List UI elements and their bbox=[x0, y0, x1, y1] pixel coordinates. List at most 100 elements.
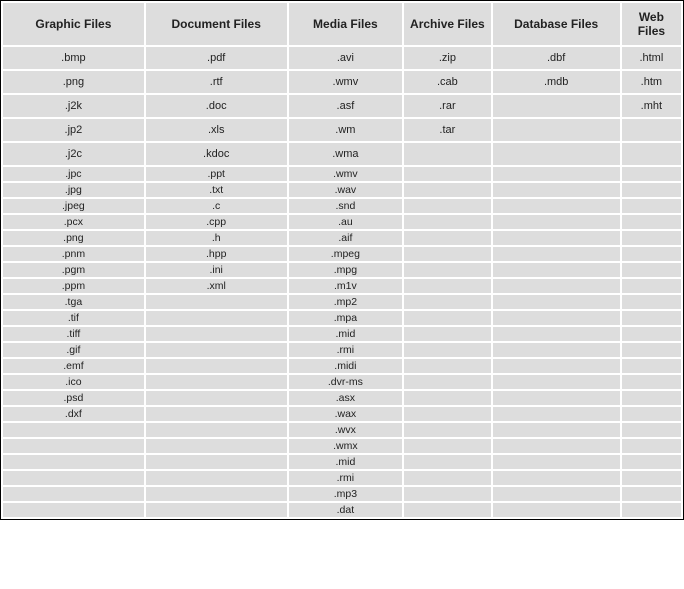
cell-graphic bbox=[2, 454, 145, 470]
cell-graphic bbox=[2, 422, 145, 438]
cell-database bbox=[492, 310, 621, 326]
cell-media: .wax bbox=[288, 406, 404, 422]
cell-web bbox=[621, 470, 682, 486]
cell-web bbox=[621, 262, 682, 278]
cell-media: .asf bbox=[288, 94, 404, 118]
cell-database bbox=[492, 294, 621, 310]
cell-web bbox=[621, 278, 682, 294]
cell-database bbox=[492, 438, 621, 454]
cell-media: .mid bbox=[288, 454, 404, 470]
cell-media: .mpeg bbox=[288, 246, 404, 262]
table-row: .emf.midi bbox=[2, 358, 682, 374]
table-header-row: Graphic Files Document Files Media Files… bbox=[2, 2, 682, 46]
cell-database bbox=[492, 214, 621, 230]
cell-database bbox=[492, 142, 621, 166]
cell-database bbox=[492, 470, 621, 486]
table-row: .pcx.cpp.au bbox=[2, 214, 682, 230]
cell-document: .hpp bbox=[145, 246, 288, 262]
table-row: .dxf.wax bbox=[2, 406, 682, 422]
cell-graphic: .pgm bbox=[2, 262, 145, 278]
table-row: .tga .mp2 bbox=[2, 294, 682, 310]
cell-graphic: .png bbox=[2, 230, 145, 246]
cell-graphic: .pcx bbox=[2, 214, 145, 230]
cell-archive: .rar bbox=[403, 94, 491, 118]
cell-graphic bbox=[2, 470, 145, 486]
cell-archive bbox=[403, 374, 491, 390]
cell-archive bbox=[403, 310, 491, 326]
table-row: .mid bbox=[2, 454, 682, 470]
cell-web bbox=[621, 390, 682, 406]
cell-archive bbox=[403, 246, 491, 262]
cell-web: .mht bbox=[621, 94, 682, 118]
cell-web: .htm bbox=[621, 70, 682, 94]
cell-archive bbox=[403, 294, 491, 310]
cell-archive bbox=[403, 406, 491, 422]
cell-document bbox=[145, 358, 288, 374]
table-row: .jpg.txt.wav bbox=[2, 182, 682, 198]
cell-archive bbox=[403, 486, 491, 502]
cell-database bbox=[492, 374, 621, 390]
cell-archive bbox=[403, 470, 491, 486]
cell-graphic: .emf bbox=[2, 358, 145, 374]
cell-database bbox=[492, 342, 621, 358]
cell-database bbox=[492, 230, 621, 246]
cell-database bbox=[492, 502, 621, 518]
table-row: .pnm.hpp.mpeg bbox=[2, 246, 682, 262]
table-row: .wmx bbox=[2, 438, 682, 454]
cell-graphic: .jpg bbox=[2, 182, 145, 198]
cell-media: .aif bbox=[288, 230, 404, 246]
table-row: .wvx bbox=[2, 422, 682, 438]
cell-media: .mpa bbox=[288, 310, 404, 326]
cell-database bbox=[492, 262, 621, 278]
cell-media: .wmv bbox=[288, 166, 404, 182]
cell-media: .wma bbox=[288, 142, 404, 166]
cell-archive bbox=[403, 182, 491, 198]
cell-media: .au bbox=[288, 214, 404, 230]
header-web: Web Files bbox=[621, 2, 682, 46]
cell-web bbox=[621, 406, 682, 422]
cell-document bbox=[145, 326, 288, 342]
cell-document: .ppt bbox=[145, 166, 288, 182]
cell-graphic: .jpeg bbox=[2, 198, 145, 214]
cell-archive bbox=[403, 262, 491, 278]
cell-graphic bbox=[2, 502, 145, 518]
cell-graphic: .tga bbox=[2, 294, 145, 310]
cell-database bbox=[492, 326, 621, 342]
table-row: .dat bbox=[2, 502, 682, 518]
table-row: .ppm.xml.m1v bbox=[2, 278, 682, 294]
cell-document: .h bbox=[145, 230, 288, 246]
cell-document bbox=[145, 486, 288, 502]
cell-web bbox=[621, 502, 682, 518]
cell-web bbox=[621, 118, 682, 142]
cell-document: .cpp bbox=[145, 214, 288, 230]
cell-web bbox=[621, 438, 682, 454]
cell-media: .mp3 bbox=[288, 486, 404, 502]
cell-graphic bbox=[2, 486, 145, 502]
cell-media: .snd bbox=[288, 198, 404, 214]
cell-web bbox=[621, 374, 682, 390]
table-row: .j2k.doc.asf.rar.mht bbox=[2, 94, 682, 118]
cell-database bbox=[492, 166, 621, 182]
table-row: .rmi bbox=[2, 470, 682, 486]
cell-archive bbox=[403, 358, 491, 374]
cell-web bbox=[621, 486, 682, 502]
cell-web bbox=[621, 310, 682, 326]
cell-database bbox=[492, 118, 621, 142]
header-graphic: Graphic Files bbox=[2, 2, 145, 46]
cell-media: .mpg bbox=[288, 262, 404, 278]
table-row: .tiff.mid bbox=[2, 326, 682, 342]
header-media: Media Files bbox=[288, 2, 404, 46]
cell-media: .mp2 bbox=[288, 294, 404, 310]
cell-archive bbox=[403, 214, 491, 230]
table-row: .bmp.pdf.avi.zip.dbf.html bbox=[2, 46, 682, 70]
cell-graphic: .tiff bbox=[2, 326, 145, 342]
cell-database bbox=[492, 486, 621, 502]
cell-document bbox=[145, 390, 288, 406]
cell-graphic: .tif bbox=[2, 310, 145, 326]
cell-document bbox=[145, 342, 288, 358]
cell-web bbox=[621, 342, 682, 358]
cell-document bbox=[145, 406, 288, 422]
cell-archive bbox=[403, 438, 491, 454]
cell-archive: .tar bbox=[403, 118, 491, 142]
table-row: .gif.rmi bbox=[2, 342, 682, 358]
